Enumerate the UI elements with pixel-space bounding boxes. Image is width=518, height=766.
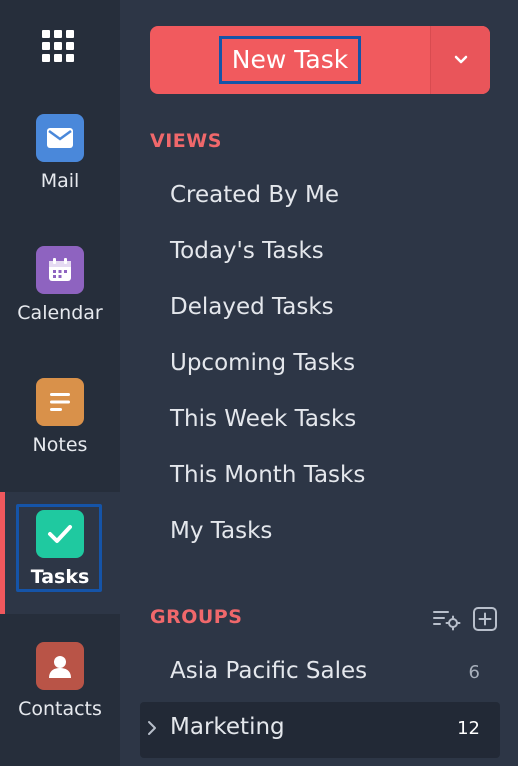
app-notes[interactable]: Notes — [0, 378, 120, 500]
group-name: Marketing — [170, 714, 285, 740]
app-mail[interactable]: Mail — [0, 114, 120, 236]
group-item-marketing[interactable]: Marketing 12 — [140, 702, 500, 758]
group-count: 6 — [468, 662, 480, 683]
new-task-button-group: New Task — [150, 26, 490, 94]
app-contacts[interactable]: Contacts — [0, 642, 120, 764]
view-upcoming-tasks[interactable]: Upcoming Tasks — [170, 350, 355, 376]
views-section-title: VIEWS — [150, 130, 222, 152]
group-name: Asia Pacific Sales — [170, 658, 368, 684]
app-label: Mail — [40, 170, 80, 192]
view-delayed-tasks[interactable]: Delayed Tasks — [170, 294, 334, 320]
view-todays-tasks[interactable]: Today's Tasks — [170, 238, 324, 264]
mail-icon — [36, 114, 84, 162]
app-calendar[interactable]: Calendar — [0, 246, 120, 368]
new-task-label: New Task — [218, 36, 362, 84]
groups-section-title: GROUPS — [150, 606, 243, 628]
view-my-tasks[interactable]: My Tasks — [170, 518, 272, 544]
app-tasks[interactable]: Tasks — [0, 492, 120, 614]
app-label: Tasks — [30, 566, 90, 588]
view-this-month-tasks[interactable]: This Month Tasks — [170, 462, 365, 488]
add-icon[interactable] — [472, 606, 498, 632]
view-this-week-tasks[interactable]: This Week Tasks — [170, 406, 356, 432]
app-label: Contacts — [18, 698, 102, 720]
group-tools — [432, 606, 498, 632]
calendar-icon — [36, 246, 84, 294]
contacts-icon — [36, 642, 84, 690]
chevron-right-icon[interactable] — [146, 719, 158, 737]
view-created-by-me[interactable]: Created By Me — [170, 182, 339, 208]
new-task-button[interactable]: New Task — [150, 26, 430, 94]
tasks-icon — [36, 510, 84, 558]
group-count: 12 — [457, 718, 480, 739]
new-task-dropdown-button[interactable] — [430, 26, 490, 94]
app-label: Calendar — [17, 302, 103, 324]
group-item-asia-pacific-sales[interactable]: Asia Pacific Sales 6 — [140, 646, 500, 702]
app-rail: Mail Calendar Notes Tasks Contacts — [0, 0, 120, 766]
group-settings-icon[interactable] — [432, 607, 462, 631]
app-label: Notes — [32, 434, 88, 456]
app-launcher-icon[interactable] — [42, 30, 78, 62]
chevron-down-icon — [454, 55, 467, 64]
notes-icon — [36, 378, 84, 426]
